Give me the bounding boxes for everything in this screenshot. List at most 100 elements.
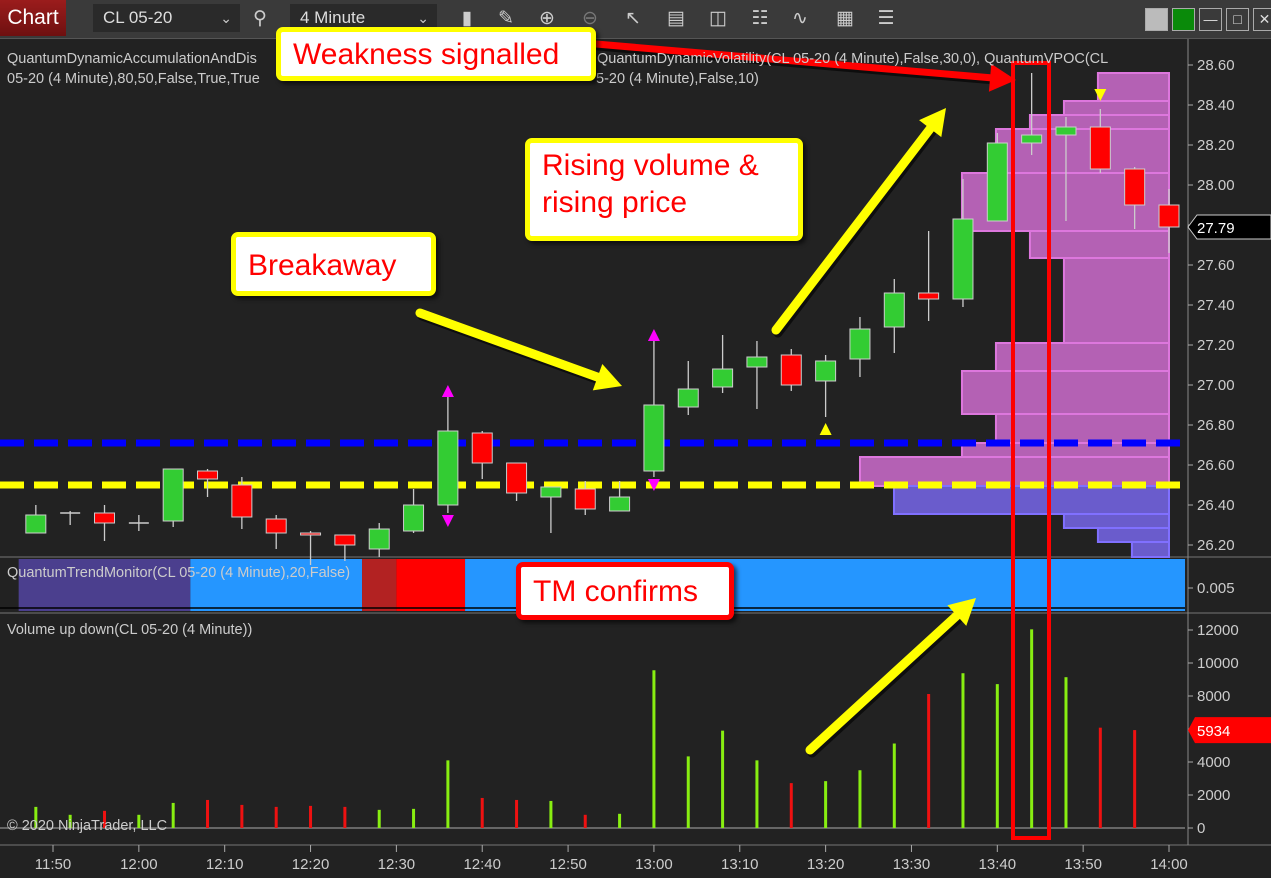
time-tick-label: 12:30 xyxy=(378,856,416,873)
search-icon[interactable]: ⚲ xyxy=(247,6,273,32)
candle-up xyxy=(162,468,184,522)
volume-profile-row xyxy=(1096,72,1171,102)
candle-up xyxy=(643,404,665,472)
price-tick-label: 28.60 xyxy=(1197,57,1235,74)
price-tick-label: 27.00 xyxy=(1197,377,1235,394)
volume-tick-label: 8000 xyxy=(1197,688,1230,705)
candle-down xyxy=(918,292,940,300)
candle-up xyxy=(677,388,699,408)
theme-gray-button[interactable] xyxy=(1145,8,1168,31)
price-tick-label: 26.80 xyxy=(1197,417,1235,434)
callout-tm-confirms: TM confirms xyxy=(516,562,734,620)
candle-down xyxy=(1158,204,1180,228)
volume-bar xyxy=(309,805,313,828)
volume-bar xyxy=(755,760,759,828)
time-tick-label: 12:40 xyxy=(463,856,501,873)
chart-trader-icon[interactable]: ◫ xyxy=(705,6,731,32)
volume-bar xyxy=(274,806,278,828)
price-tick-label: 28.00 xyxy=(1197,177,1235,194)
candle-up xyxy=(25,514,47,534)
volume-bar xyxy=(515,799,519,828)
volume-bar xyxy=(927,694,931,828)
volume-profile-row xyxy=(994,342,1171,372)
trend-monitor-legend: QuantumTrendMonitor(CL 05-20 (4 Minute),… xyxy=(7,565,351,581)
pointer-icon[interactable]: ↖ xyxy=(620,6,646,32)
indicator-legend-1b: QuantumDynamicVolatility(CL 05-20 (4 Min… xyxy=(597,51,1109,67)
data-box-icon[interactable]: ▤ xyxy=(663,6,689,32)
close-button[interactable]: ✕ xyxy=(1253,8,1271,31)
chart-menu-button[interactable]: Chart xyxy=(0,0,66,36)
indicators-icon[interactable]: ∿ xyxy=(787,6,813,32)
theme-green-button[interactable] xyxy=(1172,8,1195,31)
volume-profile-row xyxy=(1062,513,1170,529)
candle-down xyxy=(94,512,116,524)
copyright-text: © 2020 NinjaTrader, LLC xyxy=(7,818,168,834)
candle-down xyxy=(231,484,253,518)
candle-up xyxy=(1021,134,1043,144)
price-tick-label: 27.60 xyxy=(1197,257,1235,274)
volume-tick-label: 12000 xyxy=(1197,622,1239,639)
trend-monitor-segment xyxy=(396,559,466,611)
volume-bar xyxy=(1098,727,1102,828)
volume-bar xyxy=(446,760,450,828)
trend-monitor-tick-label: 0.005 xyxy=(1197,580,1235,597)
volume-tick-label: 10000 xyxy=(1197,655,1239,672)
candle-up xyxy=(746,356,768,368)
volume-bar xyxy=(652,670,656,828)
price-tick-label: 26.60 xyxy=(1197,457,1235,474)
candle-up xyxy=(952,218,974,300)
candle-down xyxy=(265,518,287,534)
candle-up xyxy=(849,328,871,360)
time-tick-label: 12:00 xyxy=(120,856,158,873)
candle-up xyxy=(609,496,631,512)
indicator-legend-2b: 5-20 (4 Minute),False,10) xyxy=(596,71,759,87)
volume-bar xyxy=(824,781,828,828)
candle-down xyxy=(197,470,219,480)
volume-tick-label: 4000 xyxy=(1197,754,1230,771)
chart-toolbar: Chart CL 05-20 ⌄ ⚲ 4 Minute ⌄ ▮ ✎ ⊕ ⊖ ↖ … xyxy=(0,0,1271,39)
candle-down xyxy=(1089,126,1111,170)
time-tick-label: 13:50 xyxy=(1064,856,1102,873)
candle-down xyxy=(574,488,596,510)
volume-profile-row xyxy=(892,485,1170,515)
candle-down xyxy=(506,462,528,494)
instrument-selector[interactable]: CL 05-20 ⌄ xyxy=(93,4,240,32)
indicator-legend-2a: 05-20 (4 Minute),80,50,False,True,True xyxy=(7,71,260,87)
callout-weakness: Weakness signalled xyxy=(276,27,596,81)
volume-tick-label: 2000 xyxy=(1197,787,1230,804)
last-price-label: 27.79 xyxy=(1197,220,1235,237)
callout-rising: Rising volume & rising price xyxy=(525,138,803,241)
time-tick-label: 13:40 xyxy=(979,856,1017,873)
time-tick-label: 13:00 xyxy=(635,856,673,873)
price-tick-label: 27.40 xyxy=(1197,297,1235,314)
maximize-button[interactable]: □ xyxy=(1226,8,1249,31)
volume-bar xyxy=(583,814,587,828)
price-tick-label: 28.20 xyxy=(1197,137,1235,154)
volume-profile-row xyxy=(994,413,1171,444)
candle-down xyxy=(471,432,493,464)
time-tick-label: 13:10 xyxy=(721,856,759,873)
candle-up xyxy=(368,528,390,550)
time-tick-label: 13:20 xyxy=(807,856,845,873)
volume-bar xyxy=(789,783,793,828)
interval-value: 4 Minute xyxy=(300,8,366,27)
minimize-button[interactable]: — xyxy=(1199,8,1222,31)
volume-tick-label: 0 xyxy=(1197,820,1205,837)
trend-monitor-segment xyxy=(362,559,397,611)
price-tick-label: 28.40 xyxy=(1197,97,1235,114)
volume-bar xyxy=(1133,730,1137,828)
volume-bar xyxy=(480,797,484,828)
price-tick-label: 26.40 xyxy=(1197,497,1235,514)
time-tick-label: 12:10 xyxy=(206,856,244,873)
time-tick-label: 14:00 xyxy=(1150,856,1188,873)
volume-bar xyxy=(1064,677,1068,828)
callout-rising-line2: rising price xyxy=(542,186,688,219)
templates-icon[interactable]: ▦ xyxy=(832,6,858,32)
properties-icon[interactable]: ☰ xyxy=(873,6,899,32)
time-tick-label: 12:20 xyxy=(292,856,330,873)
volume-profile-row xyxy=(960,370,1170,415)
candle-down xyxy=(334,534,356,546)
last-volume-label: 5934 xyxy=(1197,723,1230,740)
volume-bar xyxy=(686,756,690,828)
strategies-icon[interactable]: ☷ xyxy=(747,6,773,32)
